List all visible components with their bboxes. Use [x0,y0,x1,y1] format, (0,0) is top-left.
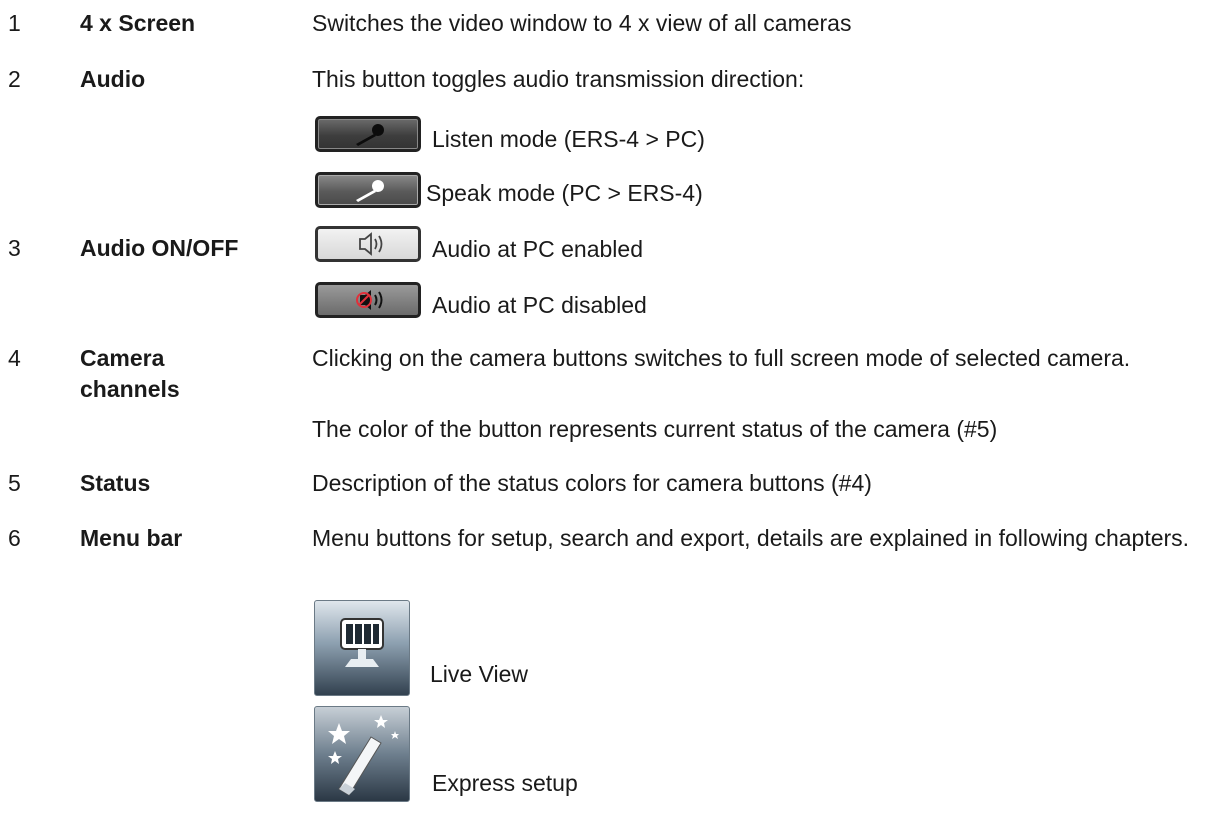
microphone-icon [356,124,384,146]
row-number: 2 [8,66,21,92]
row-number: 1 [8,10,21,36]
speaker-muted-icon [356,290,383,310]
speaker-icon [359,232,383,256]
description-camera-status-color: The color of the button represents curre… [312,416,998,442]
microphone-icon [356,180,384,202]
express-setup-caption: Express setup [432,770,578,796]
live-view-caption: Live View [430,661,529,687]
express-setup-tile [314,706,410,802]
term-menu-bar: Menu bar [80,525,183,551]
magic-wand-icon [328,715,399,796]
row-number: 4 [8,345,21,371]
description-audio: This button toggles audio transmission d… [312,66,805,92]
audio-enabled-caption: Audio at PC enabled [432,236,643,262]
audio-enabled-button [315,226,421,262]
speak-mode-button [315,172,421,208]
live-view-tile [314,600,410,696]
row-number: 3 [8,235,21,261]
row-number: 5 [8,470,21,496]
term-audio-on-off: Audio ON/OFF [80,235,239,261]
term-status: Status [80,470,151,496]
term-audio: Audio [80,66,146,92]
term-camera-channels-line1: Camera [80,345,165,371]
row-number: 6 [8,525,21,551]
listen-mode-caption: Listen mode (ERS-4 > PC) [432,126,705,152]
audio-disabled-button [315,282,421,318]
description-camera-channels: Clicking on the camera buttons switches … [312,345,1131,371]
speak-mode-caption: Speak mode (PC > ERS-4) [426,180,703,206]
audio-disabled-caption: Audio at PC disabled [432,292,647,318]
description-status: Description of the status colors for cam… [312,470,872,496]
term-4x-screen: 4 x Screen [80,10,196,36]
description-4x-screen: Switches the video window to 4 x view of… [312,10,852,36]
term-camera-channels-line2: channels [80,376,180,402]
description-menu-bar: Menu buttons for setup, search and expor… [312,525,1190,551]
listen-mode-button [315,116,421,152]
monitor-icon [340,618,384,667]
